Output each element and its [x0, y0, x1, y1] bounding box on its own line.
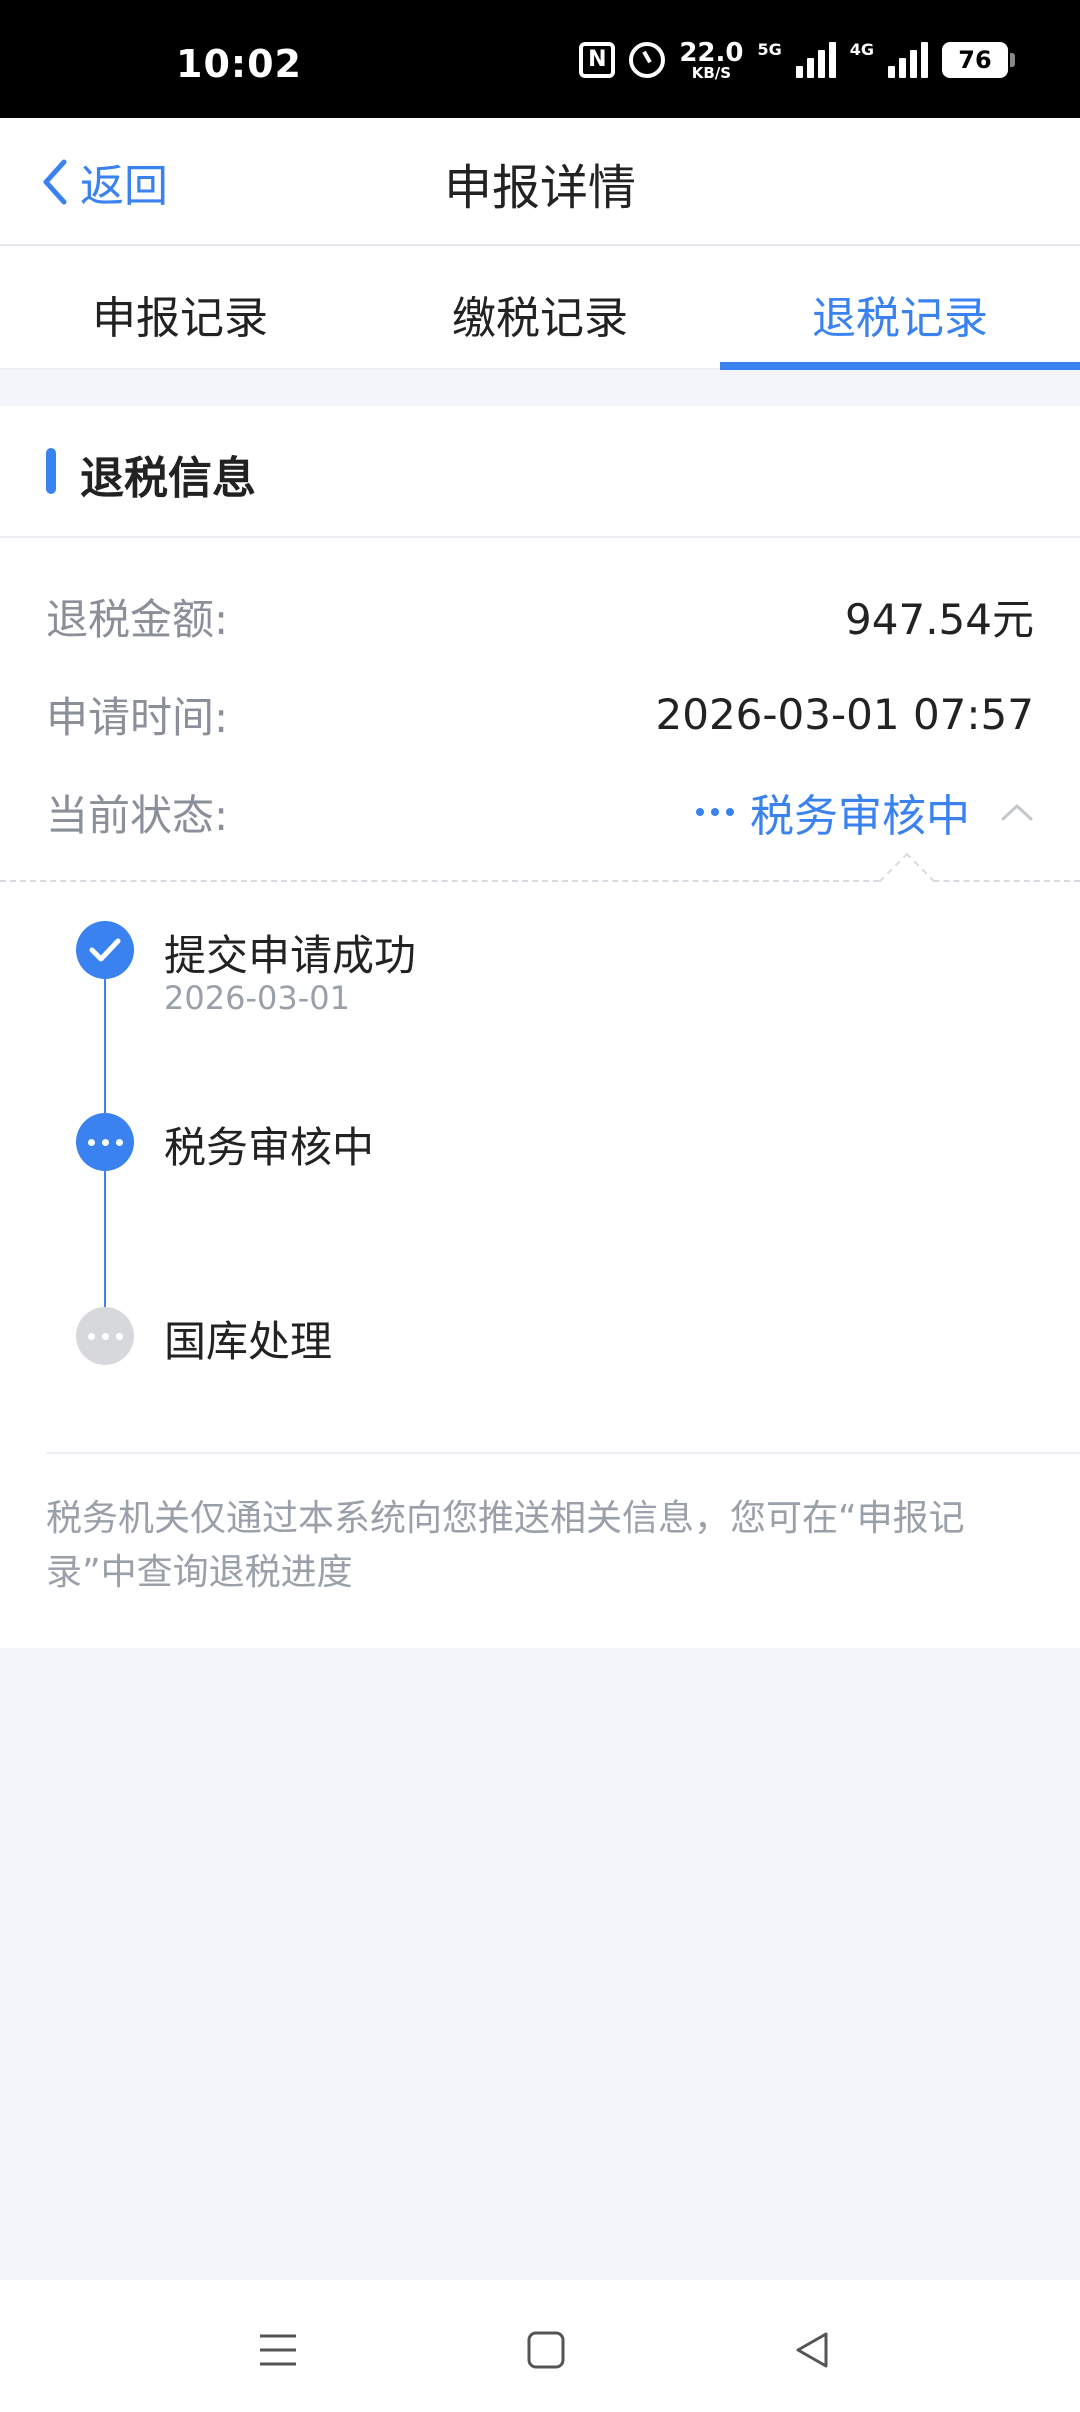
alarm-icon: [629, 42, 666, 78]
footer-note: 税务机关仅通过本系统向您推送相关信息，您可在“申报记录”中查询退税进度: [46, 1498, 965, 1593]
tab-payment-records[interactable]: 缴税记录: [360, 246, 720, 368]
back-nav-button[interactable]: [782, 2320, 842, 2380]
section-title: 退税信息: [80, 453, 256, 504]
section-accent-bar: [46, 448, 56, 494]
home-button[interactable]: [516, 2320, 576, 2380]
refund-info-card: 退税信息 退税金额: 947.54元 申请时间: 2026-03-01 07:5…: [0, 406, 1080, 1648]
checkmark-icon: [89, 938, 121, 962]
tab-refund-records[interactable]: 退税记录: [720, 246, 1080, 370]
refund-amount-value: 947.54元: [845, 594, 1034, 644]
timeline-step-title: 税务审核中: [164, 1123, 375, 1172]
pending-icon: [76, 1307, 134, 1365]
tab-declaration-records[interactable]: 申报记录: [0, 246, 360, 368]
status-bar: 10:02 N 22.0 KB/S 5G 4G 76: [0, 0, 1080, 118]
nfc-icon: N: [579, 42, 616, 78]
menu-icon: [260, 2334, 296, 2366]
popover-notch: [878, 852, 936, 910]
status-icons: N 22.0 KB/S 5G 4G 76: [579, 38, 1015, 82]
in-progress-icon: [76, 1113, 134, 1171]
check-icon: [76, 921, 134, 979]
triangle-back-icon: [796, 2332, 828, 2368]
divider: [46, 1452, 1080, 1454]
apply-time-row: 申请时间: 2026-03-01 07:57: [46, 684, 1034, 744]
more-dots-icon: [87, 1138, 123, 1146]
refund-amount-row: 退税金额: 947.54元: [46, 586, 1034, 646]
chevron-up-icon: [1001, 804, 1033, 821]
signal-5g-label: 5G: [757, 40, 782, 59]
more-dots-icon: [696, 808, 734, 816]
signal-icon-2: [888, 42, 928, 78]
status-toggle[interactable]: 税务审核中: [696, 780, 1034, 844]
section-header: 退税信息: [0, 406, 1080, 538]
timeline-step-title: 国库处理: [164, 1317, 333, 1366]
more-dots-icon: [87, 1332, 123, 1340]
network-speed-unit: KB/S: [691, 63, 732, 82]
signal-4g-label: 4G: [849, 40, 874, 59]
status-time: 10:02: [176, 42, 302, 86]
apply-time-value: 2026-03-01 07:57: [655, 689, 1034, 739]
network-speed: 22.0 KB/S: [679, 40, 743, 81]
page-title: 申报详情: [443, 160, 636, 216]
system-nav-bar: [0, 2280, 1080, 2412]
apply-time-label: 申请时间:: [46, 692, 229, 742]
network-speed-value: 22.0: [679, 37, 744, 68]
nav-bar: 返回 申报详情: [0, 118, 1080, 246]
refund-amount-label: 退税金额:: [46, 594, 229, 644]
home-icon: [527, 2331, 565, 2369]
menu-button[interactable]: [248, 2320, 308, 2380]
current-status-label: 当前状态:: [46, 790, 229, 840]
current-status-value: 税务审核中: [750, 791, 970, 842]
timeline-step-title: 提交申请成功: [164, 931, 417, 980]
current-status-row: 当前状态: 税务审核中: [46, 782, 1034, 842]
timeline-step-date: 2026-03-01: [164, 979, 350, 1017]
signal-icon: [795, 42, 836, 78]
tab-bar: 申报记录 缴税记录 退税记录: [0, 246, 1080, 370]
battery-icon: 76: [942, 42, 1015, 78]
